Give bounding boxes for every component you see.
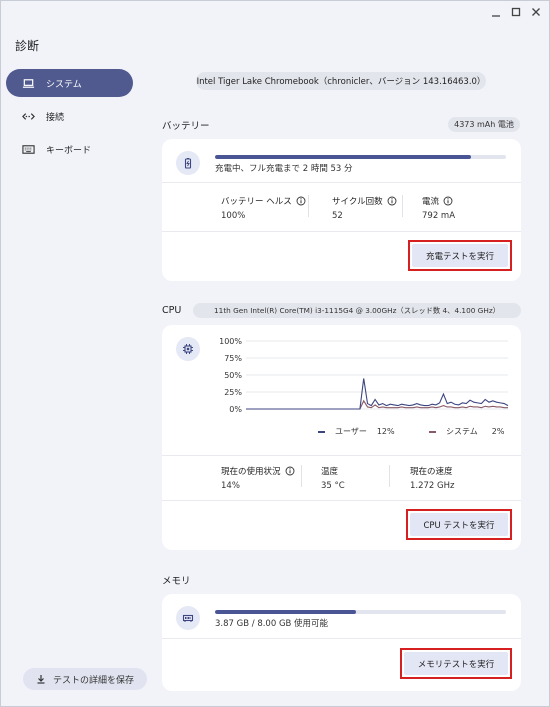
battery-divider-bottom <box>162 231 521 232</box>
legend-user-name: ユーザー <box>335 427 367 436</box>
minimize-button[interactable] <box>487 4 505 20</box>
cpu-section-title: CPU <box>162 305 182 316</box>
y-tick-label: 25% <box>224 388 242 397</box>
battery-card: 充電中、フル充電まで 2 時間 53 分 バッテリー ヘルス 100% サイクル… <box>162 139 521 281</box>
sidebar-item-system[interactable]: システム <box>6 69 133 97</box>
title-bar <box>0 0 550 24</box>
current-speed-label: 現在の速度 <box>410 465 453 477</box>
legend-user: ユーザー 12% <box>318 426 395 437</box>
current-speed-label-text: 現在の速度 <box>410 467 453 477</box>
current-usage-label-text: 現在の使用状況 <box>221 467 281 477</box>
battery-health-label: バッテリー ヘルス <box>221 195 306 207</box>
sidebar-item-connectivity[interactable]: 接続 <box>6 102 133 130</box>
memory-icon <box>176 606 200 630</box>
y-tick-label: 75% <box>224 354 242 363</box>
battery-stat-divider <box>308 195 309 217</box>
laptop-icon <box>20 75 36 91</box>
close-icon <box>532 8 540 16</box>
maximize-icon <box>511 7 521 17</box>
battery-health-value: 100% <box>221 211 246 221</box>
info-icon[interactable] <box>443 196 453 206</box>
info-icon[interactable] <box>296 196 306 206</box>
legend-system-value: 2% <box>491 427 505 436</box>
current-label-text: 電流 <box>422 197 440 207</box>
info-icon[interactable] <box>387 196 397 206</box>
cycle-count-label: サイクル回数 <box>332 195 397 207</box>
memory-progress <box>215 610 506 614</box>
y-tick-label: 100% <box>219 337 242 346</box>
info-icon[interactable] <box>285 466 295 476</box>
run-memory-test-button[interactable]: メモリテストを実行 <box>400 648 512 679</box>
save-test-details-button[interactable]: テストの詳細を保存 <box>23 668 147 690</box>
battery-charge-progress <box>215 155 506 159</box>
y-tick-label: 50% <box>224 371 242 380</box>
battery-section-title: バッテリー <box>162 121 210 132</box>
memory-status-text: 3.87 GB / 8.00 GB 使用可能 <box>215 619 329 629</box>
memory-section-title: メモリ <box>162 576 191 587</box>
battery-icon <box>176 151 200 175</box>
run-cpu-test-button[interactable]: CPU テストを実行 <box>406 509 512 540</box>
memory-divider <box>162 638 521 639</box>
current-value: 792 mA <box>422 211 456 221</box>
temperature-value: 35 °C <box>321 481 345 491</box>
battery-charge-fill <box>215 155 472 159</box>
current-usage-label: 現在の使用状況 <box>221 465 295 477</box>
connectivity-icon <box>20 108 36 124</box>
run-cpu-test-label: CPU テストを実行 <box>410 513 508 536</box>
run-charge-test-label: 充電テストを実行 <box>412 244 508 267</box>
minimize-icon <box>492 15 500 17</box>
legend-user-swatch <box>318 430 325 433</box>
cycle-count-label-text: サイクル回数 <box>332 197 383 207</box>
battery-stat-divider <box>402 195 403 217</box>
legend-user-value: 12% <box>376 427 395 436</box>
temperature-label: 温度 <box>321 465 338 477</box>
battery-divider-top <box>162 182 521 183</box>
app-title: 診断 <box>15 39 40 53</box>
cpu-usage-chart: 100% 75% 50% 25% 0% <box>219 337 509 414</box>
cpu-model-badge: 11th Gen Intel(R) Core(TM) i3-1115G4 @ 3… <box>193 303 521 318</box>
sidebar-item-label: キーボード <box>46 145 92 156</box>
device-info-chip: Intel Tiger Lake Chromebook（chronicler、バ… <box>196 72 486 90</box>
cpu-divider-top <box>162 455 521 456</box>
battery-health-label-text: バッテリー ヘルス <box>221 197 292 207</box>
close-button[interactable] <box>527 4 545 20</box>
current-speed-value: 1.272 GHz <box>410 481 455 491</box>
sidebar-item-label: システム <box>46 79 82 90</box>
cpu-divider-bottom <box>162 500 521 501</box>
cpu-stat-divider <box>389 465 390 487</box>
legend-system-name: システム <box>446 427 478 436</box>
run-memory-test-label: メモリテストを実行 <box>404 652 508 675</box>
temperature-label-text: 温度 <box>321 467 339 477</box>
maximize-button[interactable] <box>507 4 525 20</box>
sidebar-item-keyboard[interactable]: キーボード <box>6 135 133 163</box>
keyboard-icon <box>20 141 36 157</box>
y-tick-label: 0% <box>229 405 242 414</box>
download-icon <box>37 675 45 684</box>
current-label: 電流 <box>422 195 453 207</box>
save-button-label: テストの詳細を保存 <box>52 675 134 686</box>
cycle-count-value: 52 <box>332 211 343 221</box>
cpu-stat-divider <box>301 465 302 487</box>
series-line-user <box>246 378 509 410</box>
legend-system: システム 2% <box>429 426 504 437</box>
memory-card: 3.87 GB / 8.00 GB 使用可能 メモリテストを実行 <box>162 594 521 691</box>
sidebar-item-label: 接続 <box>46 112 65 123</box>
battery-capacity-badge: 4373 mAh 電池 <box>448 117 520 132</box>
current-usage-value: 14% <box>221 481 240 491</box>
run-charge-test-button[interactable]: 充電テストを実行 <box>408 240 512 271</box>
legend-system-swatch <box>429 430 436 433</box>
cpu-icon <box>176 337 200 361</box>
battery-status-text: 充電中、フル充電まで 2 時間 53 分 <box>215 164 353 174</box>
memory-progress-fill <box>215 610 356 614</box>
